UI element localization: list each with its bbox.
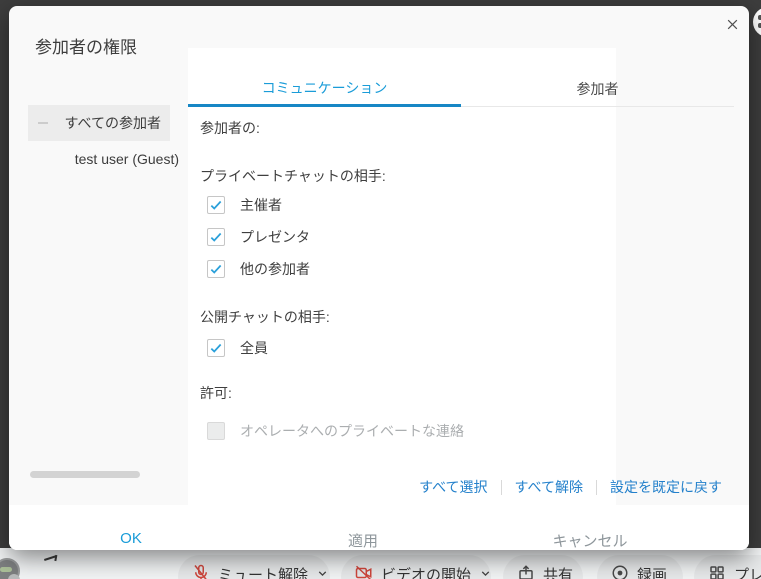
apply-button[interactable]: 適用: [348, 530, 378, 551]
sidebar-item-label: test user (Guest): [75, 151, 179, 167]
tab-participants[interactable]: 参加者: [461, 74, 734, 107]
check-icon: [209, 198, 223, 212]
private-chat-label: プライベートチャットの相手:: [200, 166, 386, 186]
start-video-button[interactable]: ビデオの開始: [341, 555, 491, 579]
participant-of-label: 参加者の:: [200, 118, 260, 138]
check-icon: [209, 230, 223, 244]
tree-collapse-icon[interactable]: [38, 122, 48, 124]
close-icon: [726, 18, 739, 31]
grid-icon: [708, 564, 726, 579]
checkbox-checked[interactable]: [207, 228, 225, 246]
share-icon: [517, 564, 535, 579]
share-button[interactable]: 共有: [503, 555, 583, 579]
horizontal-scrollbar-thumb[interactable]: [30, 471, 140, 478]
allow-label: 許可:: [200, 383, 232, 403]
edge-floating-button[interactable]: [753, 7, 761, 37]
checkbox-label: 主催者: [240, 195, 282, 215]
chevron-down-icon[interactable]: [479, 567, 492, 579]
check-icon: [209, 341, 223, 355]
checkbox-row-presenter[interactable]: プレゼンタ: [207, 227, 310, 247]
checkbox-checked[interactable]: [207, 196, 225, 214]
video-off-icon: [355, 564, 373, 579]
chevron-down-icon[interactable]: [316, 567, 329, 579]
ok-button[interactable]: OK: [120, 530, 142, 547]
cursor-mark: [44, 555, 57, 561]
participant-privileges-dialog: 参加者の権限 すべての参加者 test user (Guest) コミュニケーシ…: [9, 6, 749, 550]
checkbox-checked[interactable]: [207, 339, 225, 357]
record-label: 録画: [637, 564, 667, 579]
sidebar-item-guest-user[interactable]: test user (Guest): [28, 141, 180, 177]
meeting-control-bar: ミュート解除 ビデオの開始 共有 録画: [0, 548, 761, 579]
divider: [501, 480, 502, 495]
checkbox-label: 全員: [240, 338, 268, 358]
checkbox-row-other-participants[interactable]: 他の参加者: [207, 259, 310, 279]
unmute-button[interactable]: ミュート解除: [178, 555, 330, 579]
checkbox-disabled: [207, 422, 225, 440]
sidebar-item-label: すべての参加者: [65, 113, 161, 133]
record-icon: [611, 564, 629, 579]
clear-all-link[interactable]: すべて解除: [515, 477, 583, 497]
checkbox-label: オペレータへのプライベートな連絡: [240, 421, 464, 441]
dialog-title: 参加者の権限: [35, 33, 137, 58]
checkbox-row-everyone[interactable]: 全員: [207, 338, 268, 358]
sidebar-item-all-participants[interactable]: すべての参加者: [28, 105, 170, 141]
layout-button[interactable]: プレ: [694, 555, 761, 579]
cancel-button[interactable]: キャンセル: [552, 530, 627, 551]
share-label: 共有: [543, 564, 573, 579]
close-button[interactable]: [723, 15, 741, 33]
select-all-link[interactable]: すべて選択: [419, 477, 487, 497]
link-row: すべて選択 すべて解除 設定を既定に戻す: [419, 477, 722, 497]
checkbox-label: 他の参加者: [240, 259, 310, 279]
layout-label-partial: プレ: [734, 564, 761, 579]
unmute-label: ミュート解除: [218, 564, 308, 579]
reset-defaults-link[interactable]: 設定を既定に戻す: [610, 477, 722, 497]
checkbox-row-host[interactable]: 主催者: [207, 195, 282, 215]
tab-communication[interactable]: コミュニケーション: [188, 74, 461, 107]
checkbox-row-operator-private-contact: オペレータへのプライベートな連絡: [207, 421, 464, 441]
mic-off-icon: [192, 564, 210, 579]
tab-bar: コミュニケーション 参加者: [188, 74, 734, 107]
checkbox-checked[interactable]: [207, 260, 225, 278]
check-icon: [209, 262, 223, 276]
public-chat-label: 公開チャットの相手:: [200, 307, 330, 327]
checkbox-label: プレゼンタ: [240, 227, 310, 247]
avatar-badge: [8, 574, 20, 579]
record-button[interactable]: 録画: [597, 555, 683, 579]
divider: [596, 480, 597, 495]
start-video-label: ビデオの開始: [381, 564, 471, 579]
